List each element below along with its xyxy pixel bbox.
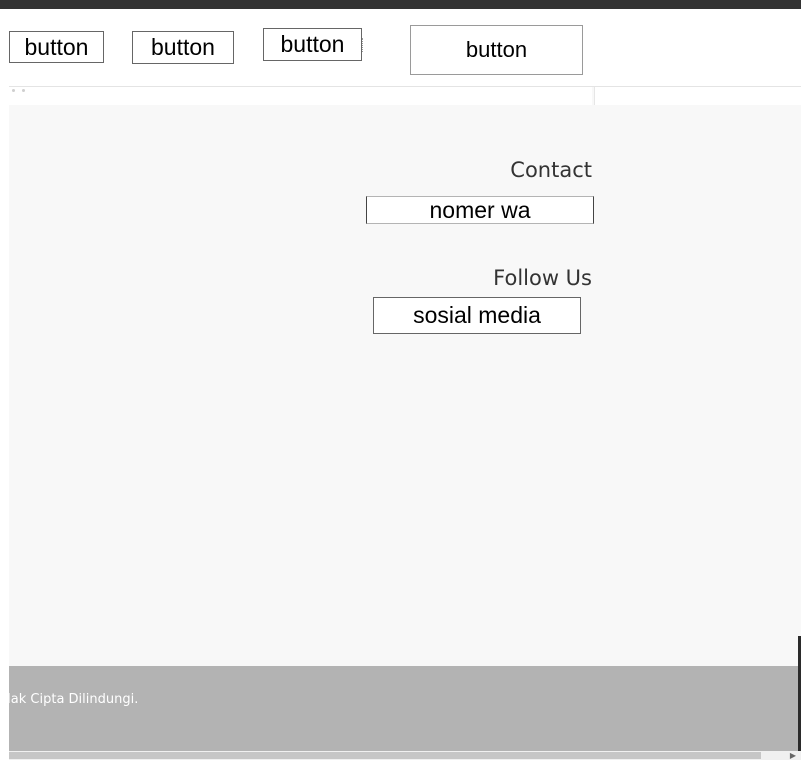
header-button-4[interactable]: button bbox=[410, 25, 583, 75]
footer-copyright-text: Hak Cipta Dilindungi. bbox=[1, 692, 139, 707]
header-sub-strip-right bbox=[594, 87, 801, 105]
contact-heading: Contact bbox=[510, 158, 592, 182]
window-top-bar bbox=[0, 0, 801, 9]
left-edge bbox=[0, 9, 9, 760]
header-button-3[interactable]: button bbox=[263, 28, 362, 61]
contact-whatsapp-field[interactable]: nomer wa bbox=[366, 196, 594, 224]
scrollbar-thumb[interactable] bbox=[9, 752, 761, 759]
header-sub-strip bbox=[9, 87, 592, 105]
header-button-2[interactable]: button bbox=[132, 31, 234, 64]
footer: Hak Cipta Dilindungi. bbox=[1, 666, 798, 751]
social-media-field[interactable]: sosial media bbox=[373, 297, 581, 334]
decorative-dot bbox=[12, 89, 15, 92]
decorative-dot bbox=[22, 89, 25, 92]
horizontal-scrollbar[interactable]: ▶ bbox=[9, 751, 801, 760]
chevron-right-icon[interactable]: ▶ bbox=[785, 751, 801, 760]
header-button-1[interactable]: button bbox=[9, 31, 104, 63]
divider bbox=[362, 38, 365, 52]
follow-us-heading: Follow Us bbox=[493, 266, 592, 290]
header-bar bbox=[9, 9, 801, 87]
